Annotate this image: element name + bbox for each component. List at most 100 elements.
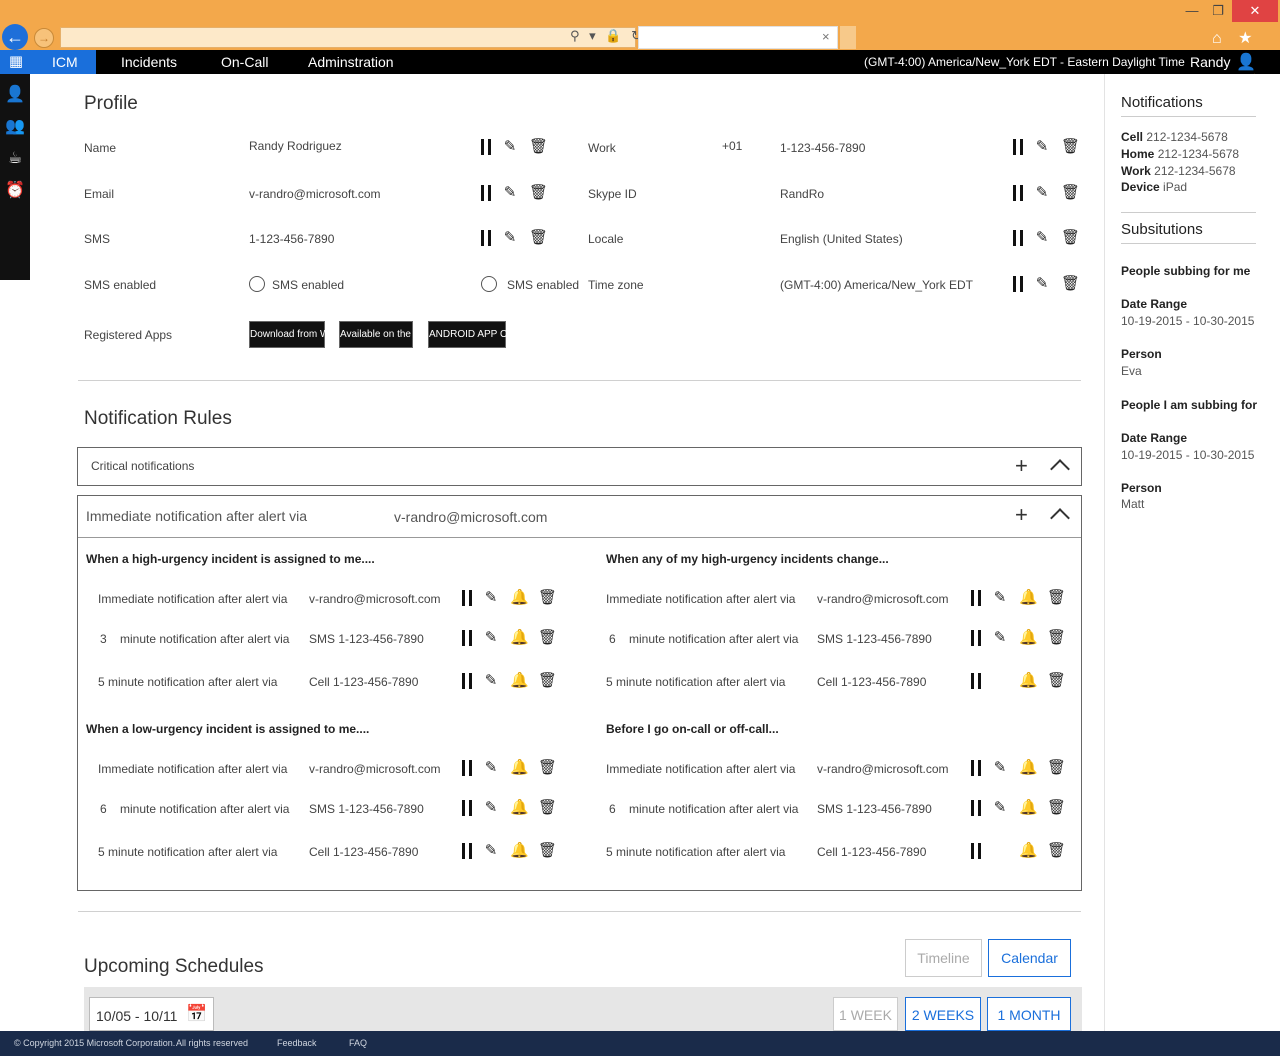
delete-icon[interactable]: 🗑 [1047, 842, 1066, 860]
pause-icon[interactable] [462, 590, 472, 606]
minimize-icon[interactable]: — [1180, 0, 1204, 22]
browser-tab[interactable] [638, 26, 838, 49]
delete-icon[interactable]: 🗑 [538, 672, 557, 690]
delete-icon[interactable]: 🗑 [1061, 275, 1080, 293]
pause-icon[interactable] [971, 800, 981, 816]
rule-count[interactable]: 3 [100, 632, 107, 646]
edit-icon[interactable]: ✎ [482, 842, 500, 860]
pause-icon[interactable] [462, 673, 472, 689]
delete-icon[interactable]: 🗑 [1061, 138, 1080, 156]
bell-icon[interactable]: 🔔 [510, 589, 529, 607]
delete-icon[interactable]: 🗑 [1047, 759, 1066, 777]
pause-icon[interactable] [971, 843, 981, 859]
alarm-clock-icon[interactable]: ⏰ [4, 180, 26, 202]
bell-icon[interactable]: 🔔 [510, 629, 529, 647]
nav-item-incidents[interactable]: Incidents [121, 50, 177, 74]
user-name[interactable]: Randy [1190, 50, 1230, 74]
timeline-view-button[interactable]: Timeline [905, 939, 982, 977]
bell-icon[interactable]: 🔔 [1019, 799, 1038, 817]
collapse-chevron-icon[interactable] [1050, 459, 1070, 479]
bell-icon[interactable]: 🔔 [510, 759, 529, 777]
edit-icon[interactable]: ✎ [501, 138, 519, 156]
sms-enabled-radio[interactable] [249, 276, 265, 292]
address-bar[interactable] [60, 27, 636, 48]
range-1-month-button[interactable]: 1 MONTH [987, 997, 1071, 1031]
rule-count[interactable]: 6 [100, 802, 107, 816]
bell-icon[interactable]: 🔔 [510, 672, 529, 690]
edit-icon[interactable]: ✎ [482, 759, 500, 777]
close-window-icon[interactable]: ✕ [1232, 0, 1278, 22]
user-avatar-icon[interactable]: 👤 [1236, 52, 1256, 72]
nav-item-on-call[interactable]: On-Call [221, 50, 268, 74]
edit-icon[interactable]: ✎ [991, 589, 1009, 607]
delete-icon[interactable]: 🗑 [1047, 799, 1066, 817]
delete-icon[interactable]: 🗑 [529, 138, 548, 156]
pause-icon[interactable] [1013, 276, 1023, 292]
bell-icon[interactable]: 🔔 [1019, 672, 1038, 690]
pause-icon[interactable] [462, 630, 472, 646]
pause-icon[interactable] [481, 139, 491, 155]
delete-icon[interactable]: 🗑 [538, 759, 557, 777]
delete-icon[interactable]: 🗑 [1047, 629, 1066, 647]
critical-notifications-panel[interactable]: Critical notifications + [77, 447, 1082, 486]
coffee-icon[interactable]: ☕ [4, 148, 26, 170]
calendar-view-button[interactable]: Calendar [988, 939, 1071, 977]
maximize-icon[interactable]: ❐ [1206, 0, 1230, 22]
nav-brand-icm[interactable]: ICM [32, 50, 96, 74]
google-play-badge[interactable]: ANDROID APP ON Google play [428, 321, 571, 348]
edit-icon[interactable]: ✎ [1033, 275, 1051, 293]
delete-icon[interactable]: 🗑 [538, 589, 557, 607]
pause-icon[interactable] [481, 185, 491, 201]
edit-icon[interactable]: ✎ [482, 672, 500, 690]
edit-icon[interactable]: ✎ [482, 799, 500, 817]
pause-icon[interactable] [1013, 185, 1023, 201]
delete-icon[interactable]: 🗑 [538, 799, 557, 817]
forward-arrow-icon[interactable]: → [34, 28, 54, 48]
add-user-icon[interactable]: 👤 [4, 84, 26, 106]
bell-icon[interactable]: 🔔 [1019, 589, 1038, 607]
bell-icon[interactable]: 🔔 [510, 799, 529, 817]
range-2-weeks-button[interactable]: 2 WEEKS [905, 997, 981, 1031]
add-icon[interactable]: + [1015, 455, 1028, 477]
delete-icon[interactable]: 🗑 [1061, 229, 1080, 247]
edit-icon[interactable]: ✎ [482, 629, 500, 647]
app-grid-icon[interactable]: ▦ [0, 50, 32, 74]
app-store-badge[interactable]: Available on the App Store [339, 321, 458, 348]
team-icon[interactable]: 👥 [4, 116, 26, 138]
pause-icon[interactable] [462, 843, 472, 859]
edit-icon[interactable]: ✎ [1033, 184, 1051, 202]
date-range-field[interactable]: 10/05 - 10/11 📅 [89, 997, 214, 1031]
edit-icon[interactable]: ✎ [1033, 229, 1051, 247]
feedback-link[interactable]: Feedback [277, 1031, 317, 1056]
new-tab-button[interactable] [840, 26, 856, 49]
delete-icon[interactable]: 🗑 [1047, 672, 1066, 690]
edit-icon[interactable]: ✎ [991, 629, 1009, 647]
delete-icon[interactable]: 🗑 [1061, 184, 1080, 202]
delete-icon[interactable]: 🗑 [538, 629, 557, 647]
edit-icon[interactable]: ✎ [991, 759, 1009, 777]
edit-icon[interactable]: ✎ [501, 229, 519, 247]
delete-icon[interactable]: 🗑 [529, 184, 548, 202]
edit-icon[interactable]: ✎ [991, 799, 1009, 817]
tab-close-icon[interactable]: × [822, 29, 830, 44]
edit-icon[interactable]: ✎ [1033, 138, 1051, 156]
pause-icon[interactable] [971, 630, 981, 646]
range-1-week-button[interactable]: 1 WEEK [833, 997, 898, 1031]
windows-store-badge[interactable]: Download from Windows Store [249, 321, 387, 348]
pause-icon[interactable] [462, 760, 472, 776]
pause-icon[interactable] [1013, 139, 1023, 155]
delete-icon[interactable]: 🗑 [529, 229, 548, 247]
pause-icon[interactable] [971, 673, 981, 689]
pause-icon[interactable] [1013, 230, 1023, 246]
bell-icon[interactable]: 🔔 [1019, 842, 1038, 860]
nav-item-administration[interactable]: Adminstration [308, 50, 394, 74]
bell-icon[interactable]: 🔔 [510, 842, 529, 860]
bell-icon[interactable]: 🔔 [1019, 629, 1038, 647]
calendar-icon[interactable]: 📅 [186, 1004, 207, 1024]
add-icon[interactable]: + [1015, 504, 1028, 526]
rule-count[interactable]: 6 [609, 632, 616, 646]
address-bar-icons[interactable]: ⚲ ▾ 🔒 ↻ [570, 28, 645, 44]
edit-icon[interactable]: ✎ [482, 589, 500, 607]
bell-icon[interactable]: 🔔 [1019, 759, 1038, 777]
pause-icon[interactable] [481, 230, 491, 246]
